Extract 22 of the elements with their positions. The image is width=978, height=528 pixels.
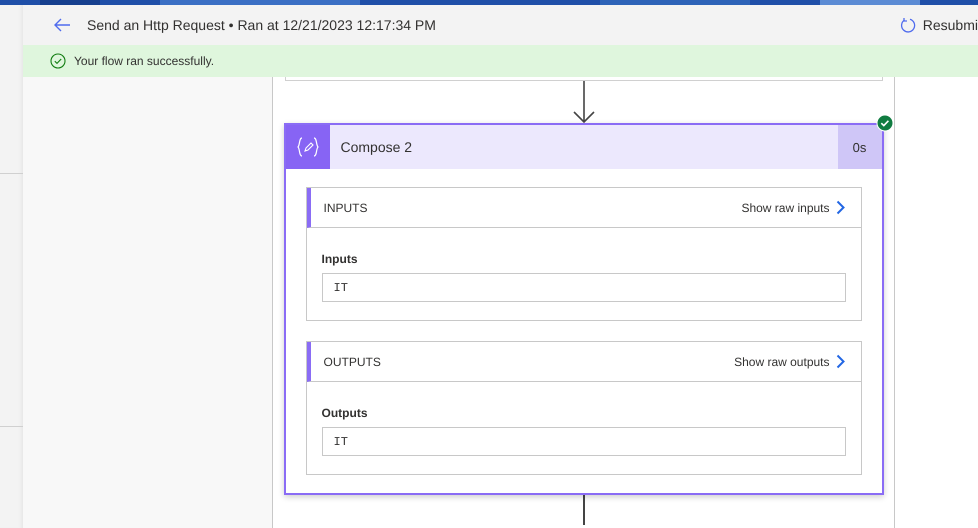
compose-icon bbox=[286, 125, 330, 169]
section-heading: OUTPUTS bbox=[324, 354, 382, 368]
field-label: Inputs bbox=[322, 252, 358, 266]
chevron-right-icon bbox=[836, 200, 844, 215]
check-circle-icon bbox=[50, 53, 66, 69]
action-title: Compose 2 bbox=[340, 139, 414, 155]
connector-arrow bbox=[572, 81, 594, 123]
action-card[interactable]: Compose 2 0s INPUTS Show raw inputs Inputs IT OUTPUTS Show raw outputs Outputs IT bbox=[284, 123, 884, 495]
page-title: Send an Http Request • Ran at 12/21/2023 12:17:34 PM bbox=[87, 17, 436, 33]
value-field: IT bbox=[322, 427, 846, 456]
chevron-right-icon bbox=[836, 354, 844, 369]
refresh-icon bbox=[900, 17, 916, 33]
back-arrow-icon[interactable] bbox=[53, 18, 71, 32]
show-raw-link[interactable]: Show raw inputs bbox=[741, 200, 844, 215]
connector-line bbox=[582, 495, 584, 525]
resubmit-button[interactable]: Resubmi bbox=[900, 17, 978, 33]
field-label: Outputs bbox=[322, 406, 368, 420]
duration-label: 0s bbox=[838, 125, 882, 169]
show-raw-link[interactable]: Show raw outputs bbox=[734, 354, 844, 369]
value-field: IT bbox=[322, 273, 846, 302]
section-heading: INPUTS bbox=[324, 200, 369, 214]
success-message: Your flow ran successfully. bbox=[74, 54, 214, 68]
